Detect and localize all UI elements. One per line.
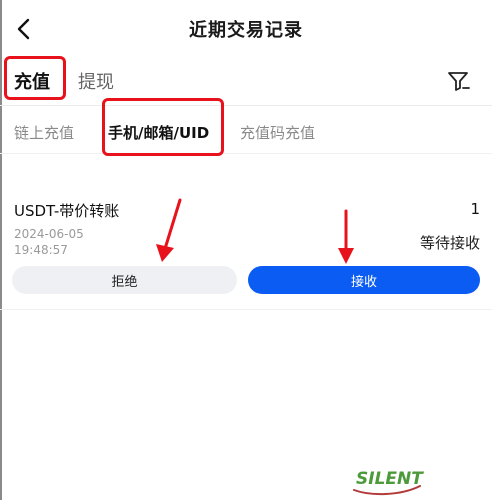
record-status: 等待接收	[419, 234, 480, 252]
tab-deposit[interactable]: 充值	[14, 68, 50, 94]
page-title: 近期交易记录	[189, 20, 303, 41]
filter-button[interactable]	[446, 68, 472, 94]
reject-button[interactable]: 拒绝	[12, 266, 237, 294]
filter-icon	[448, 72, 470, 91]
accept-button[interactable]: 接收	[248, 266, 480, 294]
record-time: 19:48:57	[14, 243, 68, 257]
tab-bar: 充值 提现	[0, 58, 492, 106]
record-amount: 1	[470, 200, 480, 218]
transfer-record: USDT-带价转账 1 2024-06-05 19:48:57 等待接收 拒绝 …	[0, 190, 492, 310]
top-bar: 近期交易记录	[0, 0, 492, 58]
subtab-phone-email-uid[interactable]: 手机/邮箱/UID	[108, 122, 209, 143]
record-datetime: 2024-06-05 19:48:57	[14, 226, 84, 258]
subtab-bar: 链上充值 手机/邮箱/UID 充值码充值	[0, 106, 492, 154]
subtab-onchain-deposit[interactable]: 链上充值	[14, 122, 74, 143]
silent-watermark-logo: SILENT	[353, 469, 424, 496]
subtab-code-deposit[interactable]: 充值码充值	[240, 122, 315, 143]
record-title: USDT-带价转账	[14, 202, 120, 220]
watermark-text: SILENT	[356, 469, 424, 489]
tab-withdraw[interactable]: 提现	[78, 68, 114, 94]
record-date: 2024-06-05	[14, 227, 84, 241]
